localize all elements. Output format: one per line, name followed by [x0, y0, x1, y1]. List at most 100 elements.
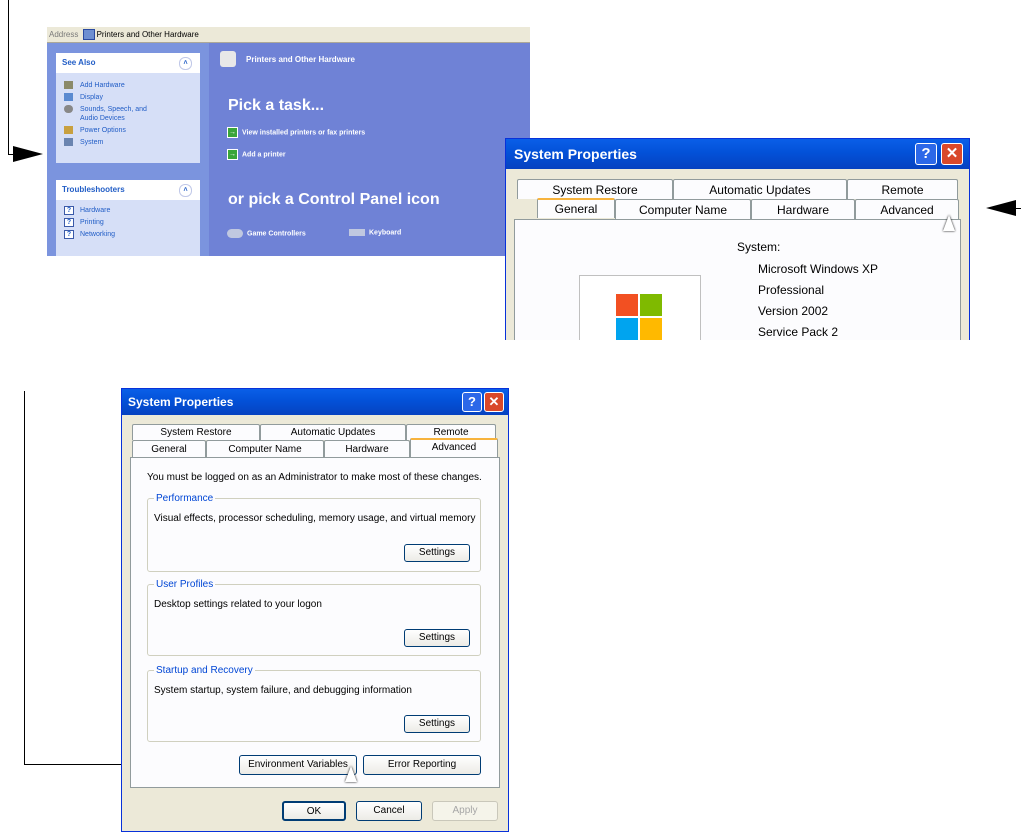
troubleshooter-hardware[interactable]: ? Hardware	[56, 206, 200, 215]
see-also-power-options[interactable]: Power Options	[56, 126, 200, 135]
apply-button[interactable]: Apply	[432, 801, 498, 821]
see-also-system[interactable]: System	[56, 138, 200, 147]
admin-note: You must be logged on as an Administrato…	[147, 472, 482, 483]
system-service-pack: Service Pack 2	[758, 325, 839, 339]
power-icon	[64, 126, 73, 134]
tab-system-restore[interactable]: System Restore	[517, 179, 673, 199]
troubleshooters-box: Troubleshooters ˄ ? Hardware ? Printing ? N…	[56, 180, 200, 256]
tab-hardware[interactable]: Hardware	[324, 440, 410, 457]
close-button[interactable]: ✕	[484, 392, 504, 412]
mouse-cursor-icon	[345, 766, 357, 782]
tab-automatic-updates[interactable]: Automatic Updates	[260, 424, 406, 440]
address-label: Address	[49, 30, 79, 39]
see-also-sounds[interactable]: Sounds, Speech, and	[56, 105, 200, 114]
help-icon: ?	[64, 218, 74, 227]
title-bar: System Properties ? ✕	[506, 139, 969, 169]
system-label: System:	[737, 240, 781, 254]
performance-label: Performance	[154, 493, 216, 504]
user-profiles-desc: Desktop settings related to your logon	[154, 599, 322, 610]
logo-blue-pane	[616, 318, 638, 340]
task-add-printer[interactable]: → Add a printer	[227, 149, 286, 160]
computer-icon	[64, 138, 73, 146]
troubleshooter-printing[interactable]: ? Printing	[56, 218, 200, 227]
hardware-icon	[64, 81, 73, 89]
tab-computer-name[interactable]: Computer Name	[206, 440, 324, 457]
tab-automatic-updates[interactable]: Automatic Updates	[673, 179, 847, 199]
system-properties-advanced: System Properties ? ✕ System Restore Aut…	[121, 388, 509, 832]
address-bar: Address Printers and Other Hardware	[47, 27, 530, 43]
system-properties-general: System Properties ? ✕ System Restore Aut…	[505, 138, 970, 340]
tab-computer-name[interactable]: Computer Name	[615, 199, 751, 219]
pick-task-heading: Pick a task...	[228, 97, 325, 114]
mouse-cursor-icon	[943, 215, 955, 231]
title-bar: System Properties ? ✕	[122, 389, 508, 415]
arrow-icon: →	[227, 149, 238, 160]
see-also-display[interactable]: Display	[56, 93, 200, 102]
system-os: Microsoft Windows XP	[758, 262, 879, 276]
tab-advanced[interactable]: Advanced	[410, 438, 498, 458]
collapse-icon[interactable]: ˄	[179, 57, 192, 70]
tab-general[interactable]: General	[132, 440, 206, 457]
startup-recovery-desc: System startup, system failure, and debu…	[154, 685, 412, 696]
see-also-header[interactable]: See Also ˄	[56, 53, 200, 73]
see-also-add-hardware[interactable]: Add Hardware	[56, 81, 200, 90]
category-title: Printers and Other Hardware	[246, 55, 355, 64]
printer-icon	[220, 51, 236, 67]
help-button[interactable]: ?	[462, 392, 482, 412]
icon-keyboard[interactable]: Keyboard	[349, 229, 401, 236]
arrow-icon: →	[227, 127, 238, 138]
window-title: System Properties	[514, 146, 637, 162]
troubleshooters-header[interactable]: Troubleshooters ˄	[56, 180, 200, 200]
startup-recovery-label: Startup and Recovery	[154, 665, 255, 676]
gamepad-icon	[227, 229, 243, 238]
help-icon: ?	[64, 206, 74, 215]
startup-recovery-group: Startup and Recovery System startup, sys…	[147, 665, 481, 742]
troubleshooter-networking[interactable]: ? Networking	[56, 230, 200, 239]
task-view-printers[interactable]: → View installed printers or fax printers	[227, 127, 365, 138]
pick-icon-heading: or pick a Control Panel icon	[228, 191, 440, 208]
tab-system-restore[interactable]: System Restore	[132, 424, 260, 440]
collapse-icon[interactable]: ˄	[179, 184, 192, 197]
printer-folder-icon	[82, 29, 95, 41]
task-pane: See Also ˄ Add Hardware Display Sounds, …	[47, 43, 209, 256]
logo-green-pane	[640, 294, 662, 316]
close-button[interactable]: ✕	[941, 143, 963, 165]
help-button[interactable]: ?	[915, 143, 937, 165]
speaker-icon	[64, 105, 73, 113]
performance-settings-button[interactable]: Settings	[404, 544, 470, 562]
user-profiles-label: User Profiles	[154, 579, 216, 590]
user-profiles-group: User Profiles Desktop settings related t…	[147, 579, 481, 656]
error-reporting-button[interactable]: Error Reporting	[363, 755, 481, 775]
advanced-panel: You must be logged on as an Administrato…	[130, 457, 500, 788]
category-main: Printers and Other Hardware Pick a task.…	[210, 43, 530, 256]
windows-logo	[579, 275, 701, 340]
display-icon	[64, 93, 73, 101]
system-edition: Professional	[758, 283, 825, 297]
logo-yellow-pane	[640, 318, 662, 340]
performance-desc: Visual effects, processor scheduling, me…	[154, 513, 476, 524]
keyboard-icon	[349, 229, 365, 236]
tab-general[interactable]: General	[537, 198, 615, 218]
tab-hardware[interactable]: Hardware	[751, 199, 855, 219]
icon-game-controllers[interactable]: Game Controllers	[227, 229, 306, 238]
address-value[interactable]: Printers and Other Hardware	[97, 30, 199, 39]
startup-recovery-settings-button[interactable]: Settings	[404, 715, 470, 733]
ok-button[interactable]: OK	[282, 801, 346, 821]
user-profiles-settings-button[interactable]: Settings	[404, 629, 470, 647]
control-panel-window: Address Printers and Other Hardware See …	[47, 27, 530, 256]
connector-line-bottom-vertical	[24, 391, 25, 765]
troubleshooters-title: Troubleshooters	[62, 185, 125, 194]
window-title: System Properties	[128, 395, 234, 409]
see-also-sounds-line2[interactable]: Audio Devices	[56, 114, 200, 123]
cancel-button[interactable]: Cancel	[356, 801, 422, 821]
connector-line-top-vertical	[8, 0, 9, 154]
performance-group: Performance Visual effects, processor sc…	[147, 493, 481, 572]
see-also-box: See Also ˄ Add Hardware Display Sounds, …	[56, 53, 200, 163]
system-version: Version 2002	[758, 304, 829, 318]
general-panel: System: Microsoft Windows XP Professiona…	[514, 219, 961, 340]
arrow-to-system-icon	[13, 146, 43, 162]
connector-line-right	[1010, 208, 1021, 209]
tab-remote[interactable]: Remote	[847, 179, 958, 199]
environment-variables-button[interactable]: Environment Variables	[239, 755, 357, 775]
help-icon: ?	[64, 230, 74, 239]
